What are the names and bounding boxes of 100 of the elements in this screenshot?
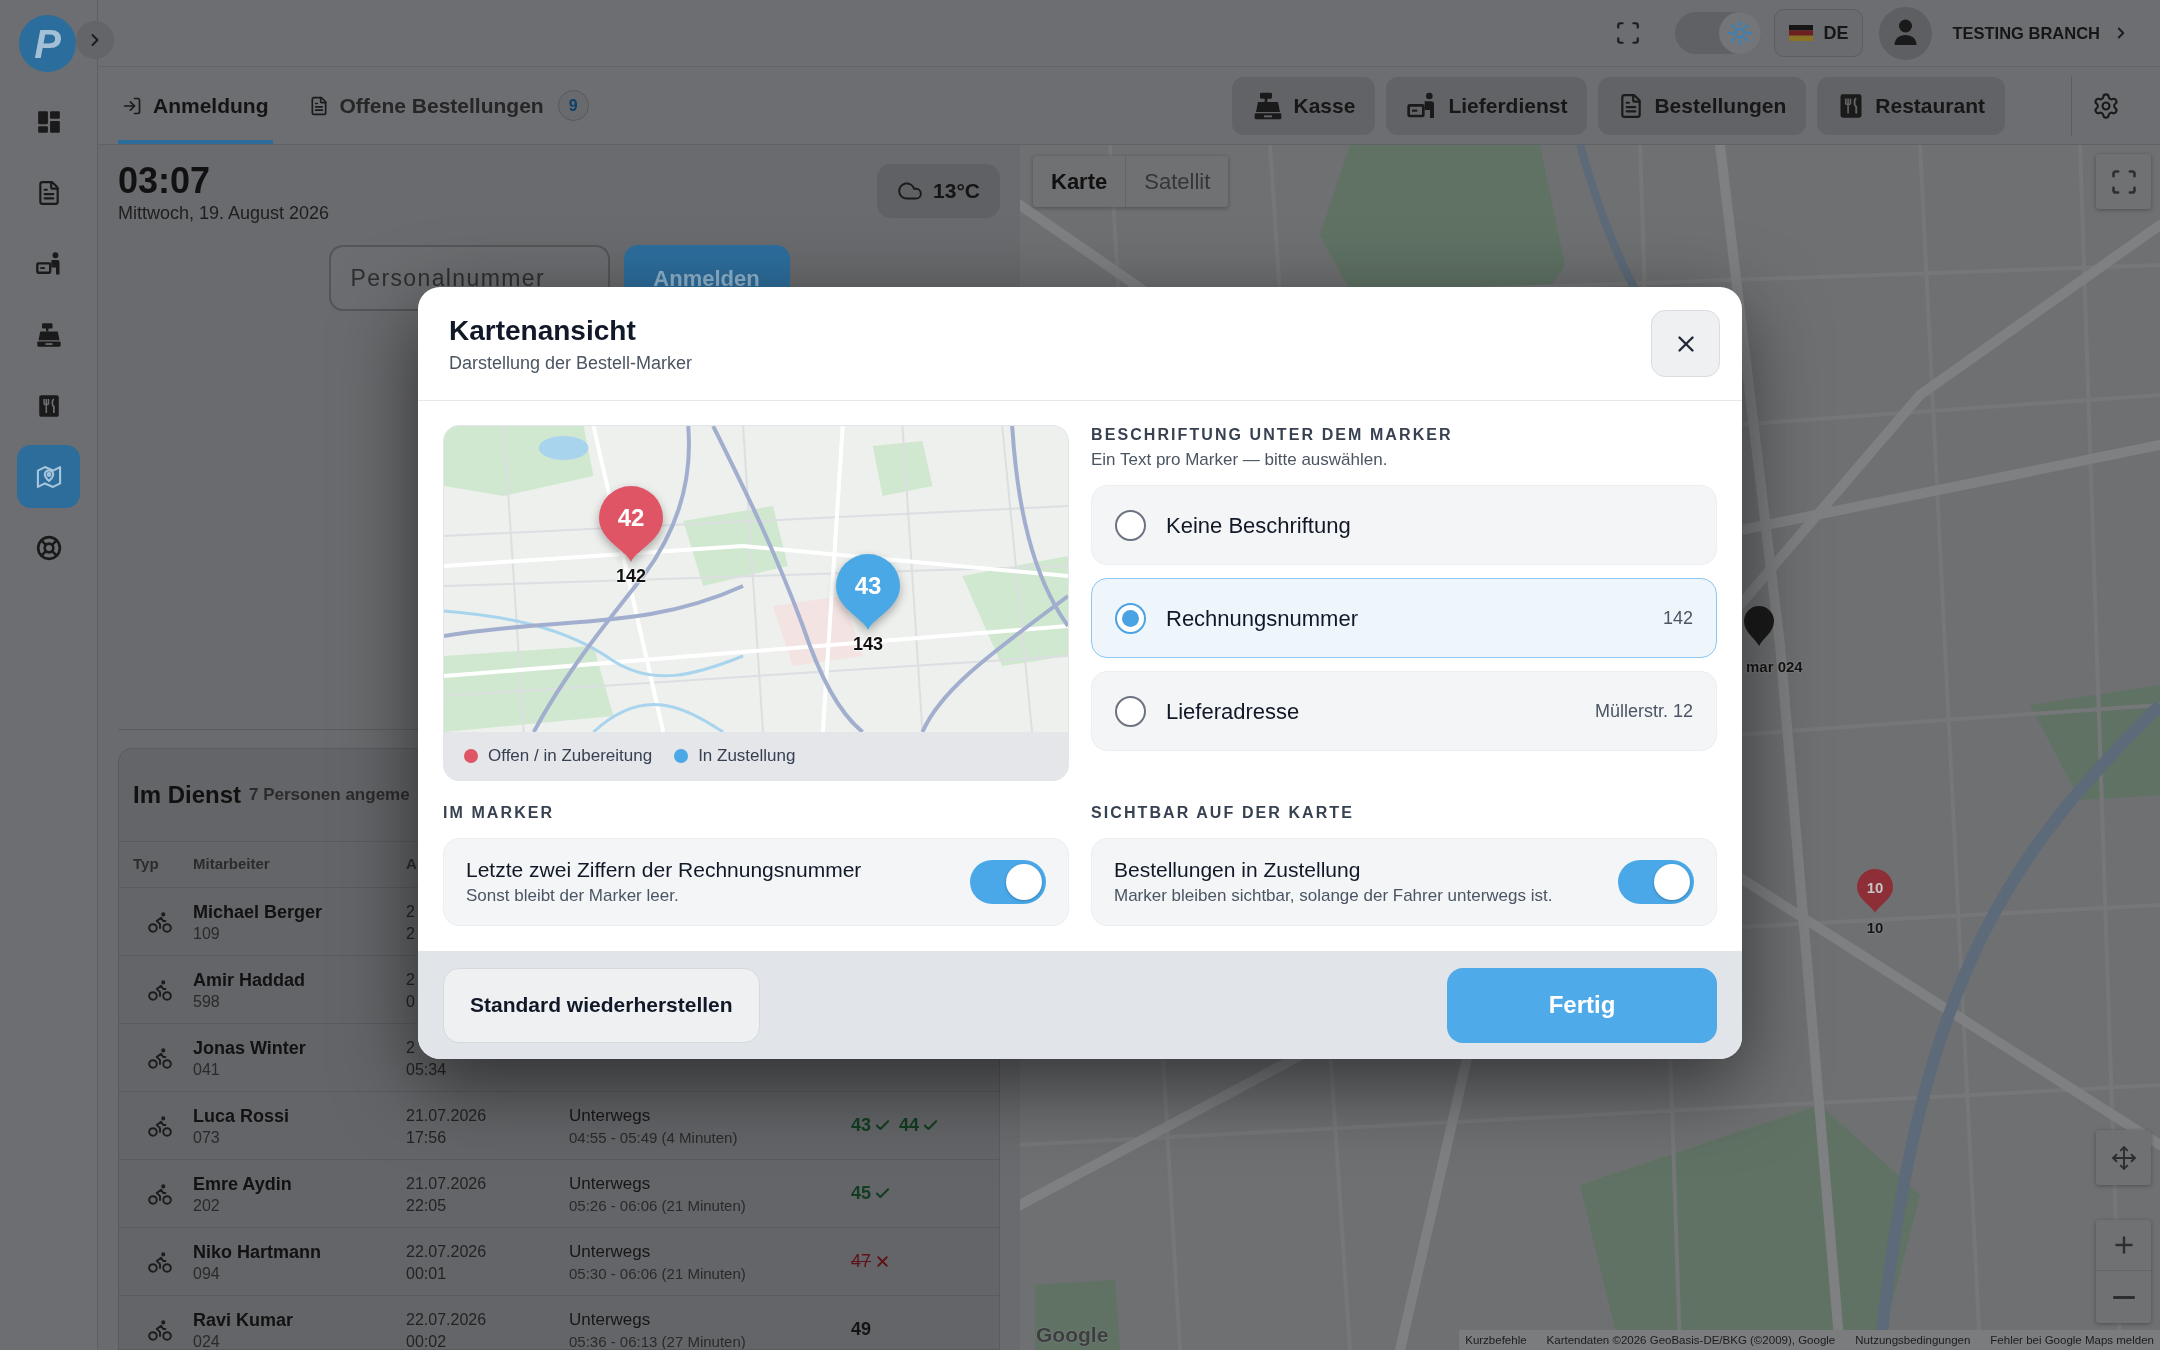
toggle-switch[interactable] xyxy=(970,860,1046,904)
option-card[interactable]: Lieferadresse Müllerstr. 12 xyxy=(1091,671,1717,751)
employee-name: Amir Haddad xyxy=(193,968,306,991)
order-number: 47 xyxy=(851,1250,872,1273)
column-header: Mitarbeiter xyxy=(193,855,270,873)
done-button[interactable]: Fertig xyxy=(1447,967,1717,1043)
employee-number: 598 xyxy=(193,992,220,1011)
status-text: Unterwegs xyxy=(569,1172,651,1195)
toggle-switch[interactable] xyxy=(1618,860,1694,904)
clock-time: 03:07 xyxy=(118,161,212,201)
section-heading: BESCHRIFTUNG UNTER DEM MARKER xyxy=(1091,425,1454,445)
option-card[interactable]: Rechnungsnummer 142 xyxy=(1091,578,1717,658)
employee-number: 094 xyxy=(193,1264,220,1283)
card-title: Im Dienst xyxy=(133,780,242,810)
map-type-tab[interactable]: Satellit xyxy=(1125,156,1229,207)
logo: P xyxy=(19,15,76,72)
nav-button[interactable]: Kasse xyxy=(1231,76,1376,135)
employee-number: 202 xyxy=(193,1196,220,1215)
map-footer-link[interactable]: Fehler bei Google Maps melden xyxy=(1990,1333,2154,1347)
count-badge: 9 xyxy=(557,90,589,121)
order-number: 49 xyxy=(851,1318,872,1341)
map-footer-link[interactable]: Nutzungsbedingungen xyxy=(1855,1333,1971,1347)
setting-hint: Sonst bleibt der Marker leer. xyxy=(466,885,680,907)
legend-label: In Zustellung xyxy=(698,745,796,768)
map-type-tab[interactable]: Karte xyxy=(1033,156,1126,207)
login-time: 05:34 xyxy=(406,1060,447,1079)
close-button[interactable] xyxy=(1651,310,1720,377)
option-label: Lieferadresse xyxy=(1166,697,1300,726)
dialog-title: Kartenansicht xyxy=(449,313,637,348)
sun-icon xyxy=(1719,12,1762,54)
time-window: 05:36 - 06:13 (27 Minuten) xyxy=(569,1332,746,1349)
fullscreen-button[interactable] xyxy=(1615,20,1642,46)
map-pin-icon xyxy=(1857,869,1893,913)
time-window: 04:55 - 05:49 (4 Minuten) xyxy=(569,1128,738,1147)
reset-button[interactable]: Standard wiederherstellen xyxy=(443,967,760,1043)
status-text: Unterwegs xyxy=(569,1240,651,1263)
login-time: 22:05 xyxy=(406,1196,447,1215)
option-example: 142 xyxy=(1662,606,1693,630)
language-button[interactable]: DE xyxy=(1774,9,1864,57)
recenter-button[interactable] xyxy=(2096,1130,2151,1185)
flag-icon xyxy=(1789,25,1814,41)
settings-icon xyxy=(2092,91,2120,120)
login-time: 00:01 xyxy=(406,1264,447,1283)
status-text: Unterwegs xyxy=(569,1308,651,1331)
branch-button[interactable]: TESTING BRANCH xyxy=(1879,6,2130,60)
sidebar-item[interactable] xyxy=(17,445,80,508)
settings-button[interactable] xyxy=(2092,91,2120,120)
cash-register-icon xyxy=(34,320,63,349)
marker-number: 10 xyxy=(1866,879,1884,895)
legend-label: Offen / in Zubereitung xyxy=(488,745,653,768)
driver-label: mar 024 xyxy=(1746,658,1803,676)
map-footer-link[interactable]: Kurzbefehle xyxy=(1465,1333,1527,1347)
employee-name: Niko Hartmann xyxy=(193,1240,322,1263)
option-label: Rechnungsnummer xyxy=(1166,604,1358,633)
employee-name: Jonas Winter xyxy=(193,1036,306,1059)
expand-button[interactable] xyxy=(76,21,114,59)
nav-button[interactable]: Lieferdienst xyxy=(1386,76,1588,135)
marker-caption: 143 xyxy=(852,634,883,654)
map-fullscreen-button[interactable] xyxy=(2096,154,2151,209)
map-footer-link[interactable]: Kartendaten ©2026 GeoBasis-DE/BKG (©2009), Google xyxy=(1546,1333,1836,1347)
employee-name: Ravi Kumar xyxy=(193,1308,294,1331)
lifebuoy-icon xyxy=(35,534,62,561)
login-time: 17:56 xyxy=(406,1128,447,1147)
radio-button[interactable] xyxy=(1115,602,1146,634)
order-number: 45 xyxy=(851,1182,872,1205)
nav-button[interactable]: Bestellungen xyxy=(1598,76,1807,135)
login-icon xyxy=(122,95,142,116)
login-date: 21.07.2026 xyxy=(406,1105,487,1126)
tab[interactable]: Offene Bestellungen 9 xyxy=(304,67,593,144)
dashboard-icon xyxy=(35,108,62,135)
login-date: 22.07.2026 xyxy=(406,1241,487,1262)
minus-icon xyxy=(2112,1295,2135,1299)
option-card[interactable]: Keine Beschriftung xyxy=(1091,485,1717,565)
fullscreen-icon xyxy=(1615,20,1642,46)
employee-number: 041 xyxy=(193,1060,220,1079)
login-time: 00:02 xyxy=(406,1332,447,1349)
setting-title: Letzte zwei Ziffern der Rechnungsnummer xyxy=(466,857,862,883)
fullscreen-icon xyxy=(2109,167,2138,196)
radio-button[interactable] xyxy=(1115,509,1146,541)
marker-caption: 142 xyxy=(615,566,646,586)
move-icon xyxy=(2110,1144,2137,1171)
map-pin-icon xyxy=(1744,606,1774,646)
card-subtitle: 7 Personen angeme xyxy=(249,784,410,807)
employee-number: 073 xyxy=(193,1128,220,1147)
radio-button[interactable] xyxy=(1115,695,1146,727)
option-example: Müllerstr. 12 xyxy=(1594,699,1693,723)
time-window: 05:26 - 06:06 (21 Minuten) xyxy=(569,1196,746,1215)
employee-number: 109 xyxy=(193,924,220,943)
avatar-icon xyxy=(1879,6,1933,60)
employee-number: 024 xyxy=(193,1332,220,1349)
theme-switch[interactable] xyxy=(1675,12,1762,54)
nav-button[interactable]: Restaurant xyxy=(1817,76,2005,135)
order-number: 43 xyxy=(851,1114,872,1137)
login-date: 21.07.2026 xyxy=(406,1173,487,1194)
employee-name: Emre Aydin xyxy=(193,1172,292,1195)
delivery-person-icon xyxy=(34,249,63,278)
setting-hint: Marker bleiben sichtbar, solange der Fahrer unterwegs ist. xyxy=(1114,885,1553,907)
employee-name: Luca Rossi xyxy=(193,1104,290,1127)
login-date: 2 xyxy=(406,1037,415,1058)
column-header: Typ xyxy=(133,855,159,873)
